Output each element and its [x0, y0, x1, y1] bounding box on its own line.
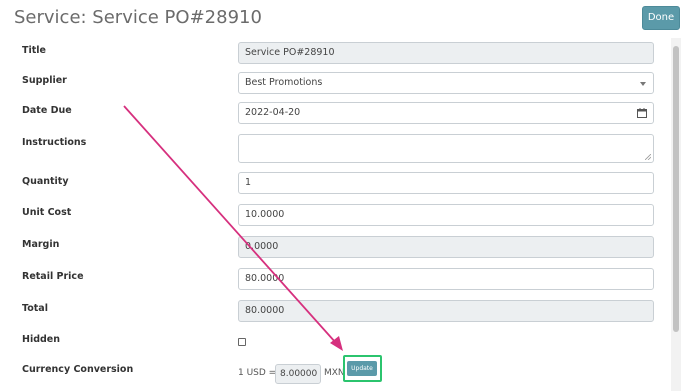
page-title: Service: Service PO#28910 — [14, 7, 262, 28]
conversion-rate-field[interactable]: 8.00000 — [275, 364, 321, 384]
hidden-checkbox[interactable] — [238, 338, 246, 346]
service-form: Title Service PO#28910 Supplier Best Pro… — [0, 38, 670, 391]
instructions-label: Instructions — [22, 137, 87, 148]
currency-conversion-label: Currency Conversion — [22, 364, 134, 375]
calendar-icon[interactable] — [637, 108, 647, 118]
chevron-down-icon — [640, 82, 646, 86]
date-due-label: Date Due — [22, 105, 72, 116]
retail-price-label: Retail Price — [22, 271, 84, 282]
instructions-textarea[interactable] — [238, 134, 654, 163]
margin-label: Margin — [22, 239, 60, 250]
margin-field[interactable]: 0.0000 — [238, 236, 654, 258]
currency-suffix: MXN — [324, 368, 345, 378]
edit-service-dialog: Service: Service PO#28910 Done Title Ser… — [0, 0, 688, 391]
currency-prefix: 1 USD = — [238, 368, 277, 378]
title-label: Title — [22, 45, 46, 56]
supplier-label: Supplier — [22, 75, 67, 86]
date-due-field[interactable]: 2022-04-20 — [238, 102, 654, 124]
resize-handle-icon[interactable] — [645, 154, 651, 160]
hidden-label: Hidden — [22, 334, 61, 345]
supplier-select[interactable]: Best Promotions — [238, 72, 654, 94]
scrollbar-thumb[interactable] — [673, 46, 679, 332]
supplier-value: Best Promotions — [245, 77, 323, 88]
title-field[interactable]: Service PO#28910 — [238, 42, 654, 64]
unit-cost-field[interactable]: 10.0000 — [238, 204, 654, 226]
quantity-label: Quantity — [22, 176, 69, 187]
quantity-field[interactable]: 1 — [238, 172, 654, 194]
retail-price-field[interactable]: 80.0000 — [238, 268, 654, 290]
date-due-value: 2022-04-20 — [245, 107, 301, 118]
total-field[interactable]: 80.0000 — [238, 300, 654, 322]
update-button[interactable]: Update — [347, 361, 377, 376]
unit-cost-label: Unit Cost — [22, 207, 72, 218]
total-label: Total — [22, 303, 48, 314]
done-button[interactable]: Done — [642, 6, 680, 30]
